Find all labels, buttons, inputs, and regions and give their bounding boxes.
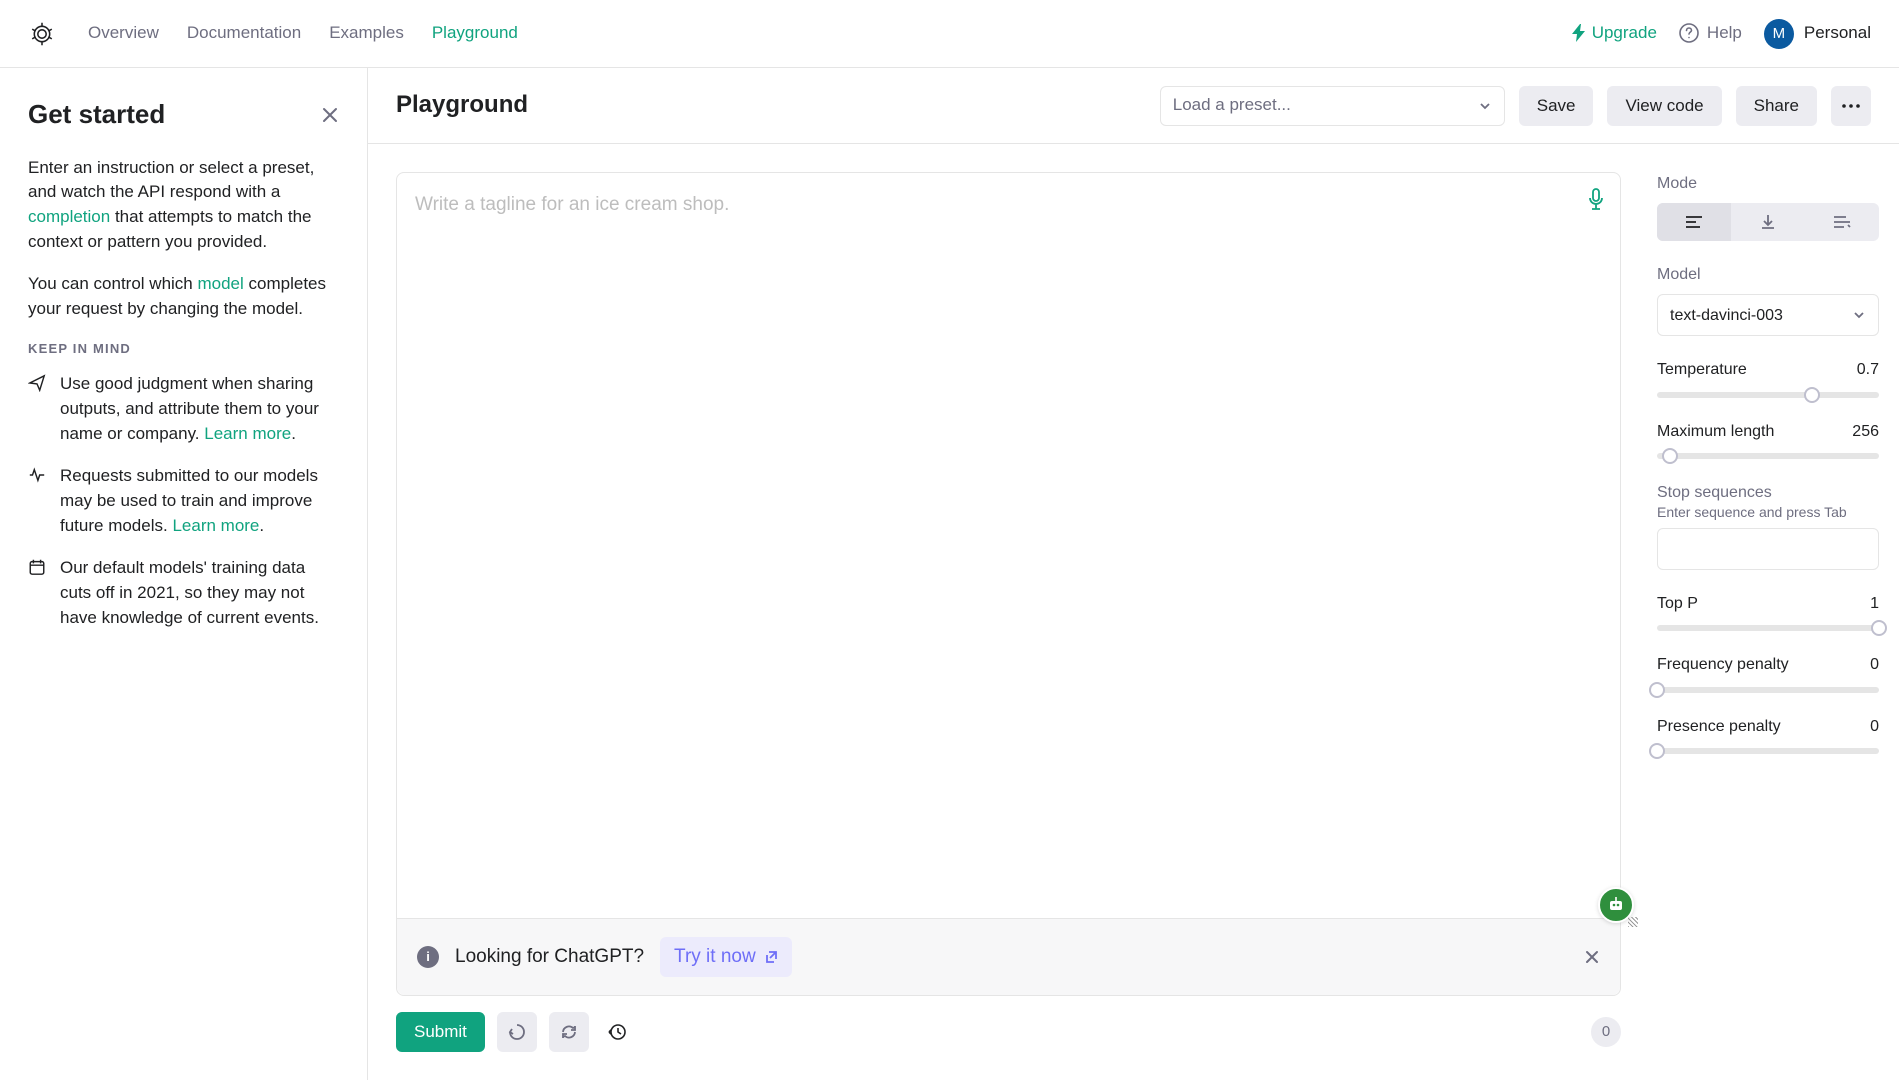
regenerate-button[interactable]: [549, 1012, 589, 1052]
prompt-placeholder: Write a tagline for an ice cream shop.: [397, 173, 1620, 918]
stop-label: Stop sequences: [1657, 481, 1879, 504]
save-button[interactable]: Save: [1519, 86, 1594, 126]
nav-link-documentation[interactable]: Documentation: [187, 21, 301, 46]
top-p-param: Top P 1: [1657, 592, 1879, 631]
max-length-param: Maximum length 256: [1657, 420, 1879, 459]
nav-links: Overview Documentation Examples Playgrou…: [88, 21, 1572, 46]
presence-penalty-param: Presence penalty 0: [1657, 715, 1879, 754]
microphone-icon[interactable]: [1586, 187, 1606, 211]
max-length-value: 256: [1852, 420, 1879, 443]
external-link-icon: [764, 950, 778, 964]
view-code-button[interactable]: View code: [1607, 86, 1721, 126]
calendar-icon: [28, 556, 48, 630]
chatgpt-banner: i Looking for ChatGPT? Try it now: [397, 918, 1620, 995]
try-it-now-link[interactable]: Try it now: [660, 937, 792, 977]
mode-insert-icon[interactable]: [1731, 203, 1805, 241]
help-link[interactable]: Help: [1679, 21, 1742, 46]
mode-label: Mode: [1657, 172, 1879, 195]
tip-cutoff: Our default models' training data cuts o…: [28, 556, 339, 630]
assistant-badge-icon[interactable]: [1598, 887, 1634, 923]
top-p-slider[interactable]: [1657, 625, 1879, 631]
token-count: 0: [1591, 1017, 1621, 1047]
banner-close-icon[interactable]: [1584, 949, 1600, 965]
nav-link-playground[interactable]: Playground: [432, 21, 518, 46]
presence-value: 0: [1870, 715, 1879, 738]
settings-panel: Mode Model text-davinci-003: [1649, 144, 1899, 1080]
chevron-down-icon: [1478, 99, 1492, 113]
model-value: text-davinci-003: [1670, 304, 1783, 327]
keep-in-mind-heading: KEEP IN MIND: [28, 340, 339, 359]
playground-toolbar: Playground Load a preset... Save View co…: [368, 68, 1899, 144]
freq-penalty-param: Frequency penalty 0: [1657, 653, 1879, 692]
paper-plane-icon: [28, 372, 48, 446]
submit-button[interactable]: Submit: [396, 1012, 485, 1052]
openai-logo-icon: [28, 20, 56, 48]
upgrade-label: Upgrade: [1592, 21, 1657, 46]
close-icon[interactable]: [321, 106, 339, 124]
freq-label: Frequency penalty: [1657, 653, 1789, 676]
model-select[interactable]: text-davinci-003: [1657, 294, 1879, 336]
presence-slider[interactable]: [1657, 748, 1879, 754]
top-p-label: Top P: [1657, 592, 1698, 615]
upgrade-link[interactable]: Upgrade: [1572, 21, 1657, 46]
mode-tabs: [1657, 203, 1879, 241]
activity-icon: [28, 464, 48, 538]
bolt-icon: [1572, 24, 1586, 42]
sidebar-paragraph-2: You can control which model completes yo…: [28, 272, 339, 321]
temperature-label: Temperature: [1657, 358, 1747, 381]
max-length-slider[interactable]: [1657, 453, 1879, 459]
stop-input[interactable]: [1657, 528, 1879, 570]
preset-select[interactable]: Load a preset...: [1160, 86, 1505, 126]
undo-icon: [508, 1023, 526, 1041]
account-menu[interactable]: M Personal: [1764, 19, 1871, 49]
stop-seq-param: Stop sequences Enter sequence and press …: [1657, 481, 1879, 570]
submit-row: Submit 0: [396, 1012, 1621, 1052]
prompt-editor[interactable]: Write a tagline for an ice cream shop. i…: [396, 172, 1621, 996]
more-horizontal-icon: [1842, 104, 1860, 108]
preset-placeholder: Load a preset...: [1173, 93, 1291, 118]
account-label: Personal: [1804, 21, 1871, 46]
mode-complete-icon[interactable]: [1657, 203, 1731, 241]
more-button[interactable]: [1831, 86, 1871, 126]
chevron-down-icon: [1852, 308, 1866, 322]
share-button[interactable]: Share: [1736, 86, 1817, 126]
nav-right: Upgrade Help M Personal: [1572, 19, 1871, 49]
model-label: Model: [1657, 263, 1879, 286]
learn-more-link[interactable]: Learn more: [172, 516, 259, 535]
help-icon: [1679, 23, 1699, 43]
refresh-icon: [560, 1023, 578, 1041]
model-link[interactable]: model: [197, 274, 243, 293]
temperature-value: 0.7: [1857, 358, 1879, 381]
sidebar-paragraph-1: Enter an instruction or select a preset,…: [28, 156, 339, 255]
mode-edit-icon[interactable]: [1805, 203, 1879, 241]
stop-hint: Enter sequence and press Tab: [1657, 502, 1879, 522]
top-nav: Overview Documentation Examples Playgrou…: [0, 0, 1899, 68]
freq-value: 0: [1870, 653, 1879, 676]
undo-button[interactable]: [497, 1012, 537, 1052]
temperature-slider[interactable]: [1657, 392, 1879, 398]
max-length-label: Maximum length: [1657, 420, 1774, 443]
tip-training: Requests submitted to our models may be …: [28, 464, 339, 538]
freq-slider[interactable]: [1657, 687, 1879, 693]
sidebar-title: Get started: [28, 96, 339, 134]
tip-share: Use good judgment when sharing outputs, …: [28, 372, 339, 446]
learn-more-link[interactable]: Learn more: [204, 424, 291, 443]
completion-link[interactable]: completion: [28, 207, 110, 226]
info-icon: i: [417, 946, 439, 968]
avatar: M: [1764, 19, 1794, 49]
presence-label: Presence penalty: [1657, 715, 1781, 738]
get-started-sidebar: Get started Enter an instruction or sele…: [0, 68, 368, 1080]
top-p-value: 1: [1870, 592, 1879, 615]
nav-link-examples[interactable]: Examples: [329, 21, 404, 46]
nav-link-overview[interactable]: Overview: [88, 21, 159, 46]
temperature-param: Temperature 0.7: [1657, 358, 1879, 397]
help-label: Help: [1707, 21, 1742, 46]
page-title: Playground: [396, 88, 528, 123]
banner-text: Looking for ChatGPT?: [455, 943, 644, 971]
history-button[interactable]: [601, 1022, 633, 1042]
